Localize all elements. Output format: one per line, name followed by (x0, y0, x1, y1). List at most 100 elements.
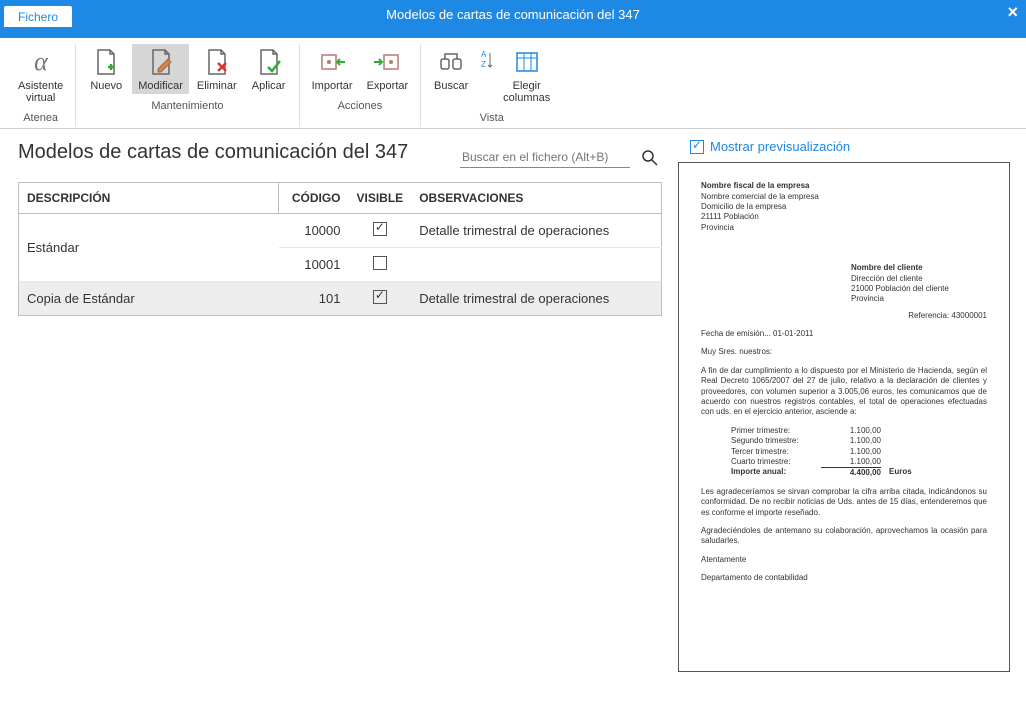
alpha-icon: α (25, 46, 57, 78)
cell-observaciones: Detalle trimestral de operaciones (411, 282, 661, 316)
page-title: Modelos de cartas de comunicación del 34… (18, 141, 408, 164)
preview-company-poblacion: 21111 Población (701, 212, 987, 222)
edit-doc-icon (145, 46, 177, 78)
aplicar-button[interactable]: Aplicar (245, 44, 293, 94)
preview-body2: Les agradeceríamos se sirvan comprobar l… (701, 487, 987, 518)
modificar-label: Modificar (138, 80, 183, 92)
asistente-label: Asistente virtual (18, 80, 63, 104)
ribbon-tabs: Fichero (0, 28, 1026, 38)
quarter-value: 1.100,00 (821, 436, 881, 446)
delete-doc-icon (201, 46, 233, 78)
cell-visible[interactable] (349, 248, 412, 282)
col-descripcion[interactable]: DESCRIPCIÓN (19, 183, 279, 214)
search-input[interactable] (460, 147, 630, 168)
left-pane: Modelos de cartas de comunicación del 34… (0, 129, 678, 712)
quarter-label: Primer trimestre: (731, 426, 821, 436)
sort-az-button[interactable]: AZ (477, 44, 495, 76)
group-label-vista: Vista (480, 110, 504, 126)
preview-document: Nombre fiscal de la empresa Nombre comer… (678, 162, 1010, 672)
preview-quarters-table: Primer trimestre:1.100,00Segundo trimest… (731, 426, 987, 479)
col-visible[interactable]: VISIBLE (349, 183, 412, 214)
importar-label: Importar (312, 80, 353, 92)
cell-codigo: 101 (279, 282, 349, 316)
preview-despedida: Atentamente (701, 555, 987, 565)
checkbox-icon (373, 222, 387, 236)
group-label-atenea: Atenea (23, 110, 58, 126)
show-preview-toggle[interactable]: Mostrar previsualización (690, 139, 1010, 154)
cell-codigo: 10001 (279, 248, 349, 282)
buscar-label: Buscar (434, 80, 468, 92)
right-pane: Mostrar previsualización Nombre fiscal d… (678, 129, 1026, 712)
col-codigo[interactable]: CÓDIGO (279, 183, 349, 214)
search-icon[interactable] (638, 146, 662, 170)
cell-observaciones: Detalle trimestral de operaciones (411, 214, 661, 248)
svg-text:A: A (481, 50, 487, 59)
aplicar-label: Aplicar (252, 80, 286, 92)
preview-company-comercial: Nombre comercial de la empresa (701, 192, 987, 202)
cell-descripcion: Copia de Estándar (19, 282, 279, 316)
window-title: Modelos de cartas de comunicación del 34… (386, 7, 640, 22)
grid-header-row: DESCRIPCIÓN CÓDIGO VISIBLE OBSERVACIONES (19, 183, 662, 214)
close-icon[interactable]: × (1007, 2, 1018, 23)
cell-codigo: 10000 (279, 214, 349, 248)
ribbon-group-mantenimiento: Nuevo Modificar Eliminar Aplicar (76, 44, 299, 126)
asistente-virtual-button[interactable]: α Asistente virtual (12, 44, 69, 106)
checkbox-icon (373, 256, 387, 270)
ribbon-group-vista: Buscar AZ Elegir columnas Vista (421, 44, 562, 126)
preview-client-poblacion: 21000 Población del cliente (851, 284, 987, 294)
cell-visible[interactable] (349, 214, 412, 248)
quarter-label: Tercer trimestre: (731, 447, 821, 457)
preview-saludo: Muy Sres. nuestros: (701, 347, 987, 357)
elegir-label: Elegir columnas (503, 80, 550, 104)
columns-icon (511, 46, 543, 78)
total-currency: Euros (889, 467, 912, 478)
group-label-mantenimiento: Mantenimiento (151, 98, 223, 114)
total-label: Importe anual: (731, 467, 821, 478)
col-observaciones[interactable]: OBSERVACIONES (411, 183, 661, 214)
preview-client-name: Nombre del cliente (851, 263, 987, 273)
nuevo-button[interactable]: Nuevo (82, 44, 130, 94)
preview-dept: Departamento de contabilidad (701, 573, 987, 583)
preview-fecha: Fecha de emisión... 01-01-2011 (701, 329, 987, 339)
total-value: 4.400,00 (821, 467, 881, 478)
export-icon (371, 46, 403, 78)
preview-company-provincia: Provincia (701, 223, 987, 233)
checkbox-icon (690, 140, 704, 154)
titlebar: Modelos de cartas de comunicación del 34… (0, 0, 1026, 28)
quarter-label: Cuarto trimestre: (731, 457, 821, 467)
tab-fichero[interactable]: Fichero (4, 6, 72, 27)
preview-company-fiscal: Nombre fiscal de la empresa (701, 181, 987, 191)
preview-company-domicilio: Domicilio de la empresa (701, 202, 987, 212)
eliminar-label: Eliminar (197, 80, 237, 92)
preview-reference: Referencia: 43000001 (701, 311, 987, 321)
cell-descripcion: Estándar (19, 214, 279, 282)
group-label-acciones: Acciones (338, 98, 383, 114)
binoculars-icon (435, 46, 467, 78)
preview-body1: A fin de dar cumplimiento a lo dispuesto… (701, 366, 987, 418)
exportar-button[interactable]: Exportar (361, 44, 415, 94)
preview-client-provincia: Provincia (851, 294, 987, 304)
elegir-columnas-button[interactable]: Elegir columnas (497, 44, 556, 106)
checkbox-icon (373, 290, 387, 304)
table-row[interactable]: Estándar10000Detalle trimestral de opera… (19, 214, 662, 248)
importar-button[interactable]: Importar (306, 44, 359, 94)
cell-observaciones (411, 248, 661, 282)
modificar-button[interactable]: Modificar (132, 44, 189, 94)
ribbon-group-atenea: α Asistente virtual Atenea (6, 44, 76, 126)
quarter-value: 1.100,00 (821, 447, 881, 457)
buscar-button[interactable]: Buscar (427, 44, 475, 94)
quarter-value: 1.100,00 (821, 457, 881, 467)
data-grid: DESCRIPCIÓN CÓDIGO VISIBLE OBSERVACIONES… (18, 182, 662, 316)
show-preview-label: Mostrar previsualización (710, 139, 850, 154)
ribbon: α Asistente virtual Atenea Nuevo Modific… (0, 38, 1026, 129)
preview-client-direccion: Dirección del cliente (851, 274, 987, 284)
ribbon-group-acciones: Importar Exportar Acciones (300, 44, 422, 126)
svg-text:Z: Z (481, 60, 486, 69)
nuevo-label: Nuevo (90, 80, 122, 92)
import-icon (316, 46, 348, 78)
table-row[interactable]: Copia de Estándar101 Detalle trimestral d… (19, 282, 662, 316)
eliminar-button[interactable]: Eliminar (191, 44, 243, 94)
cell-visible[interactable] (349, 282, 412, 316)
quarter-label: Segundo trimestre: (731, 436, 821, 446)
svg-text:α: α (34, 47, 49, 76)
